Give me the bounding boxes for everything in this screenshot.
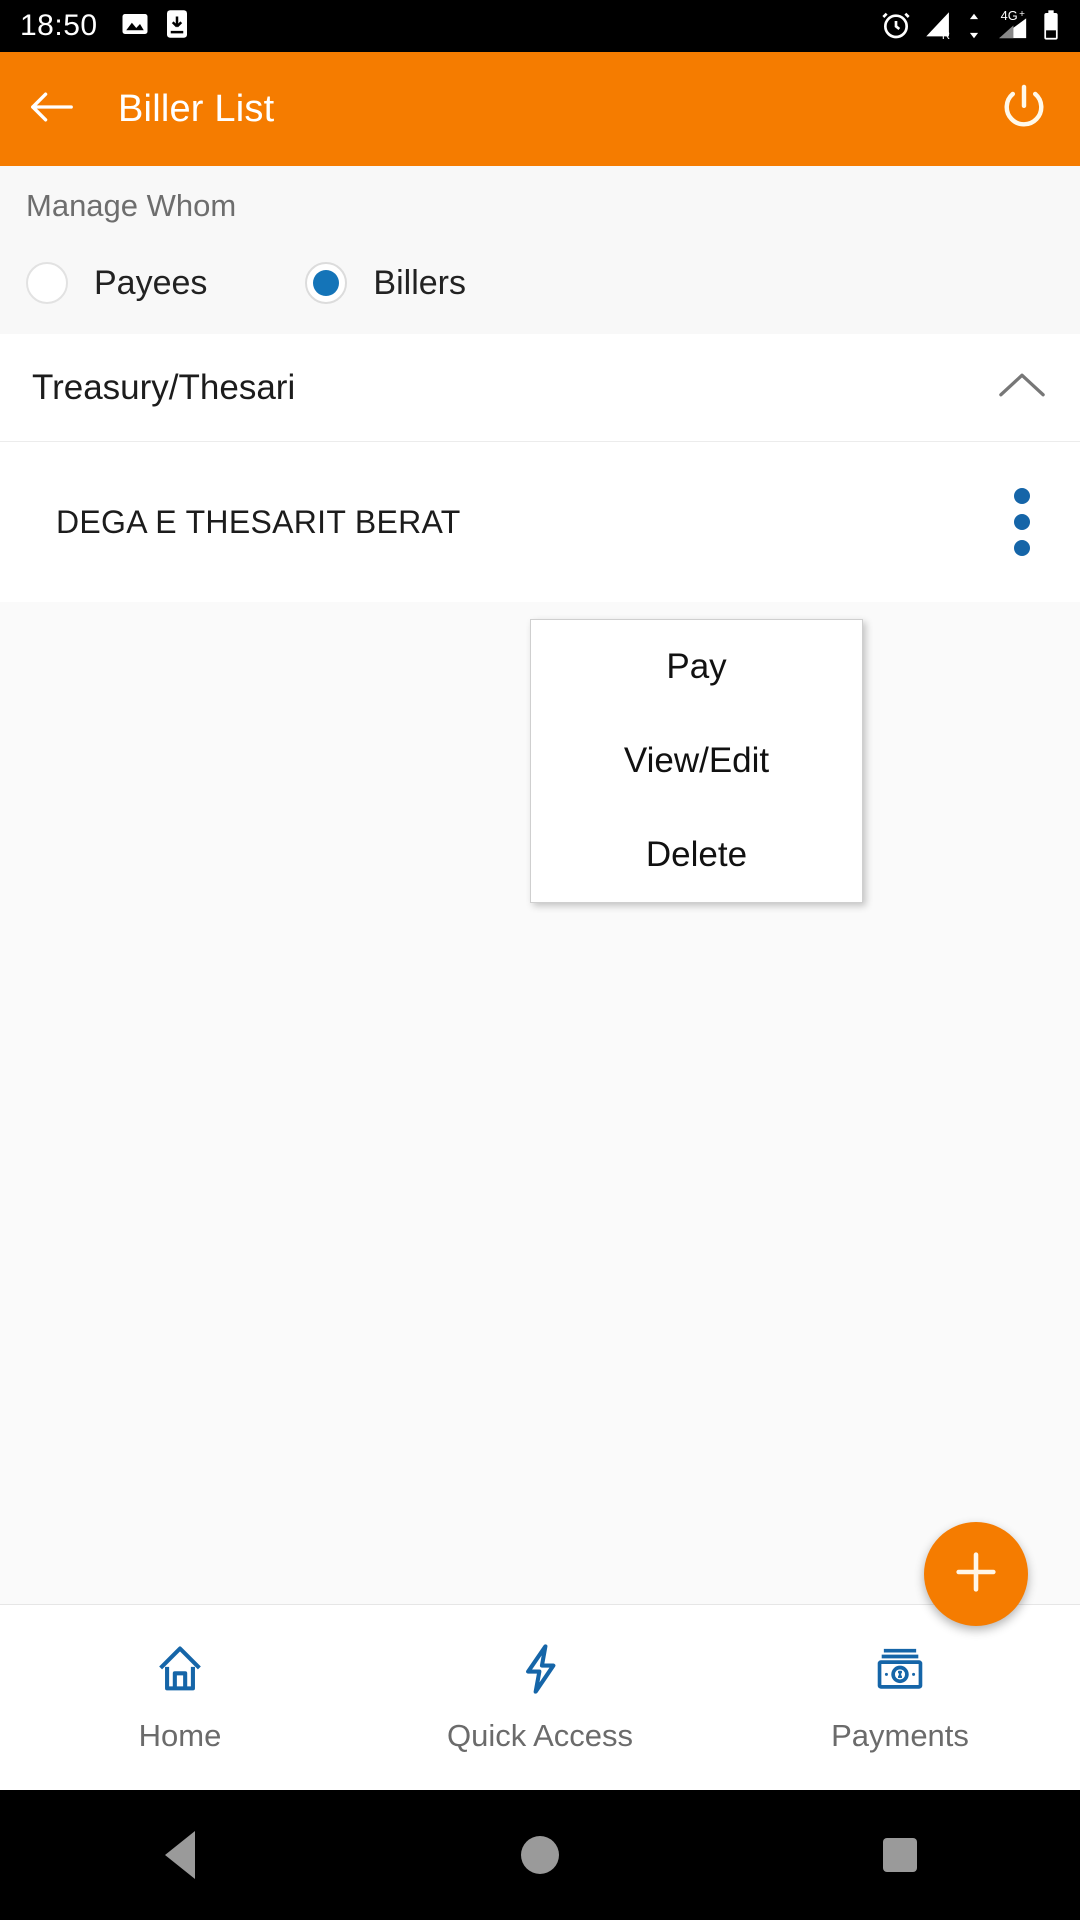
android-recents-button[interactable] <box>720 1838 1080 1872</box>
android-navigation-bar <box>0 1790 1080 1920</box>
status-bar-right-icons: R 4G + <box>880 7 1060 46</box>
biller-group-title: Treasury/Thesari <box>32 367 296 407</box>
context-menu-item-delete[interactable]: Delete <box>531 808 862 902</box>
context-menu-item-pay[interactable]: Pay <box>531 620 862 714</box>
home-circle-icon <box>521 1836 559 1874</box>
radio-billers-circle[interactable] <box>305 262 348 304</box>
nav-label-quick-access: Quick Access <box>446 1718 634 1753</box>
svg-text:4G: 4G <box>1001 7 1018 22</box>
nav-label-payments: Payments <box>831 1718 969 1753</box>
back-arrow-icon[interactable] <box>28 87 76 132</box>
alarm-icon <box>880 9 912 46</box>
manage-whom-label: Manage Whom <box>26 188 237 223</box>
dot-2 <box>1014 514 1030 530</box>
android-back-button[interactable] <box>0 1831 360 1879</box>
context-menu-item-view-edit[interactable]: View/Edit <box>531 714 862 808</box>
image-icon <box>120 9 150 44</box>
svg-text:R: R <box>942 30 950 41</box>
biller-list-item[interactable]: DEGA E THESARIT BERAT <box>0 442 1080 602</box>
app-bar: Biller List <box>0 52 1080 166</box>
manage-whom-radio-group: Payees Billers <box>26 262 1054 304</box>
status-bar: 18:50 R 4G + <box>0 0 1080 52</box>
4g-plus-signal-icon: 4G + <box>992 7 1032 46</box>
nav-label-home: Home <box>138 1718 222 1753</box>
nav-item-payments[interactable]: Payments <box>720 1641 1080 1754</box>
dot-3 <box>1014 540 1030 556</box>
back-triangle-icon <box>165 1831 195 1879</box>
chevron-up-icon[interactable] <box>996 367 1048 408</box>
radio-billers-label: Billers <box>373 263 466 302</box>
status-bar-clock: 18:50 <box>20 9 98 42</box>
nav-item-home[interactable]: Home <box>0 1641 360 1754</box>
radio-option-billers[interactable]: Billers <box>305 262 466 304</box>
biller-list-card: Treasury/Thesari DEGA E THESARIT BERAT <box>0 334 1080 602</box>
plus-icon <box>950 1546 1002 1603</box>
recent-apps-square-icon <box>883 1838 917 1872</box>
radio-payees-circle[interactable] <box>26 262 68 304</box>
manage-whom-section: Manage Whom Payees Billers <box>0 166 1080 334</box>
biller-group-header[interactable]: Treasury/Thesari <box>0 334 1080 442</box>
status-bar-left-icons <box>120 9 190 44</box>
power-icon[interactable] <box>996 79 1052 140</box>
signal-roaming-icon: R <box>922 9 956 46</box>
radio-option-payees[interactable]: Payees <box>26 262 207 304</box>
data-transfer-arrows-icon <box>966 11 982 46</box>
more-vertical-icon[interactable] <box>996 478 1048 566</box>
phone-screen: 18:50 R 4G + Biller List Manage Whom Pay… <box>0 0 1080 1920</box>
lightning-bolt-icon <box>510 1641 570 1702</box>
dot-1 <box>1014 488 1030 504</box>
radio-payees-label: Payees <box>94 263 208 302</box>
add-biller-fab[interactable] <box>924 1522 1028 1626</box>
battery-icon <box>1042 9 1060 46</box>
page-title: Biller List <box>118 87 275 130</box>
biller-name: DEGA E THESARIT BERAT <box>56 503 461 540</box>
home-icon <box>150 1641 210 1702</box>
bottom-navigation: Home Quick Access Payments <box>0 1604 1080 1790</box>
android-home-button[interactable] <box>360 1836 720 1874</box>
download-to-device-icon <box>164 9 190 44</box>
radio-billers-dot <box>313 270 340 296</box>
banknote-icon <box>870 1641 930 1702</box>
svg-text:+: + <box>1019 8 1025 19</box>
context-menu: Pay View/Edit Delete <box>530 619 863 903</box>
nav-item-quick-access[interactable]: Quick Access <box>360 1641 720 1754</box>
